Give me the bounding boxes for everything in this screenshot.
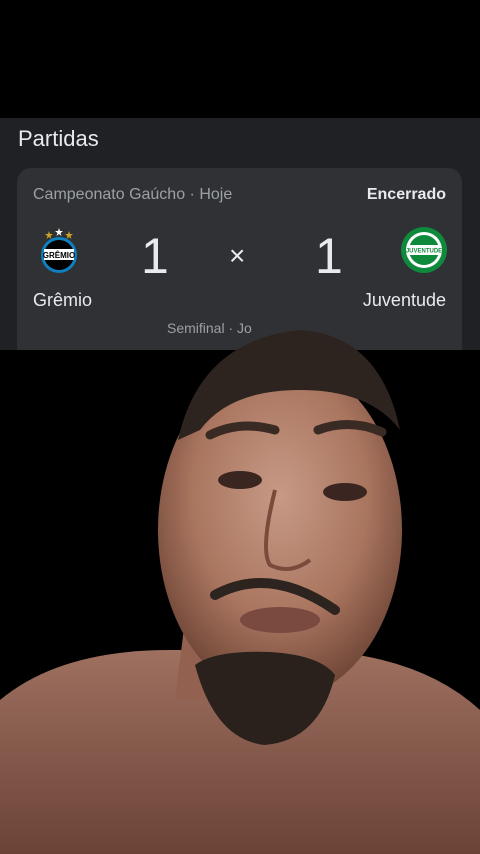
juventude-crest-icon: JUVENTUDE [401,227,447,273]
score-separator: × [229,240,246,271]
gremio-crest-icon: GRÊMIO [41,228,77,273]
screen: Partidas Campeonato Gaúcho · Hoje Encerr… [0,0,480,854]
away-team-name[interactable]: Juventude [363,290,446,311]
person-overlay-image [0,330,480,854]
match-status: Encerrado [366,186,446,203]
svg-text:GRÊMIO: GRÊMIO [43,251,75,260]
home-score: 1 [141,228,169,284]
match-league: Campeonato Gaúcho · Hoje [33,186,233,203]
panel-title: Partidas [18,126,99,151]
home-team-name[interactable]: Grêmio [33,290,92,311]
svg-text:JUVENTUDE: JUVENTUDE [406,249,442,255]
matches-panel: Partidas Campeonato Gaúcho · Hoje Encerr… [0,118,480,350]
away-score: 1 [315,228,343,284]
